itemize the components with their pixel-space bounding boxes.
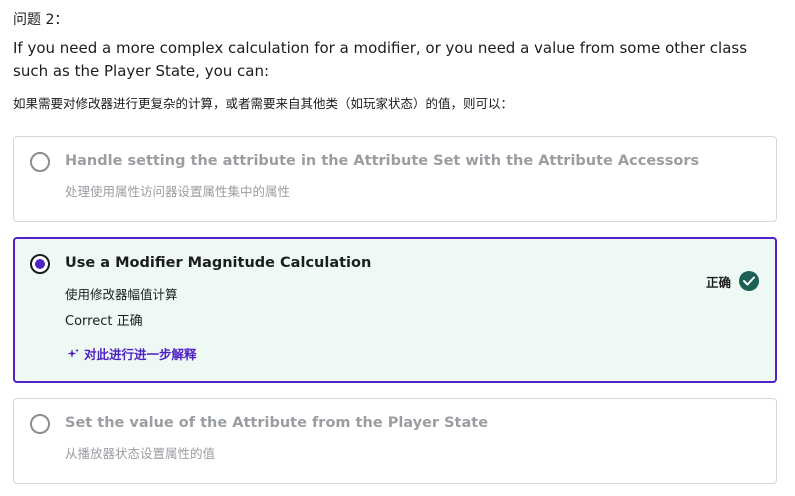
radio-button-selected[interactable] — [30, 254, 50, 274]
quiz-question-panel: 问题 2： If you need a more complex calcula… — [0, 0, 795, 496]
answer-option-1[interactable]: Handle setting the attribute in the Attr… — [13, 136, 777, 222]
check-circle-icon — [739, 271, 759, 291]
answer-option-3[interactable]: Set the value of the Attribute from the … — [13, 398, 777, 484]
option-title: Use a Modifier Magnitude Calculation — [65, 255, 372, 271]
correct-feedback: Correct 正确 — [65, 314, 143, 329]
answer-option-2[interactable]: Use a Modifier Magnitude Calculation 使用修… — [13, 237, 777, 383]
radio-button[interactable] — [30, 414, 50, 434]
status-label: 正确 — [705, 274, 731, 290]
correct-status: 正确 — [706, 271, 759, 291]
question-number: 问题 2： — [13, 12, 69, 28]
option-title: Handle setting the attribute in the Attr… — [65, 153, 700, 169]
option-subtitle: 从播放器状态设置属性的值 — [65, 446, 216, 461]
question-text-zh: 如果需要对修改器进行更复杂的计算，或者需要来自其他类（如玩家状态）的值，则可以： — [13, 96, 514, 111]
radio-button[interactable] — [30, 152, 50, 172]
question-text-en: If you need a more complex calculation f… — [13, 39, 748, 80]
option-title: Set the value of the Attribute from the … — [65, 415, 489, 431]
option-subtitle: 使用修改器幅值计算 — [65, 287, 178, 302]
option-subtitle: 处理使用属性访问器设置属性集中的属性 — [65, 184, 291, 199]
sparkle-icon — [67, 348, 79, 358]
explain-further-label: 对此进行进一步解释 — [84, 347, 197, 362]
explain-further-link[interactable]: 对此进行进一步解释 — [67, 344, 197, 363]
